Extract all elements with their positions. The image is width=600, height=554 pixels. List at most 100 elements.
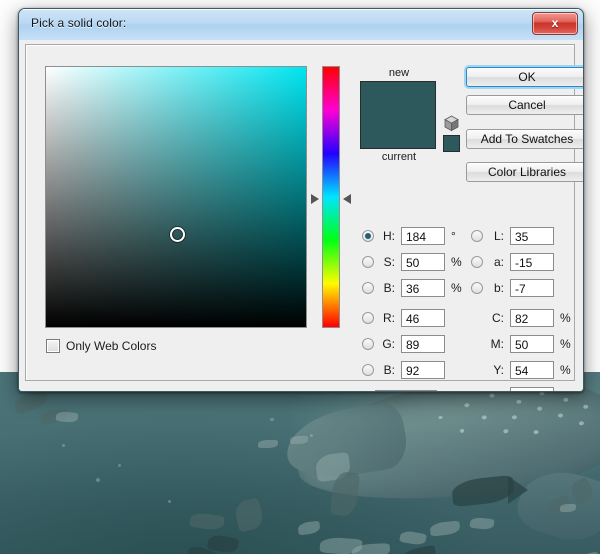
label-c: C: [492,311,504,325]
color-preview-swatch[interactable] [360,81,436,149]
fish [258,440,278,448]
unit-s: % [451,255,462,269]
unit-c: % [560,311,571,325]
particle [270,418,274,421]
underwater-photo [0,367,600,554]
spacer-k [471,390,483,391]
color-field[interactable] [45,66,307,328]
only-web-colors-row[interactable]: Only Web Colors [46,339,156,353]
picker-panel: Only Web Colors new current OK Cancel Ad… [25,44,583,391]
field-row-a[interactable]: a: -15 [471,251,574,273]
input-m[interactable]: 50 [510,335,554,353]
spacer-y [471,364,483,376]
radio-lab-b[interactable] [471,282,483,294]
field-row-lab-b[interactable]: b: -7 [471,277,574,299]
input-s[interactable]: 50 [401,253,445,271]
color-field-marker[interactable] [170,227,185,243]
radio-b-blue[interactable] [362,364,374,376]
color-libraries-button[interactable]: Color Libraries [466,162,583,182]
particle [96,478,100,482]
field-row-r[interactable]: R: 46 [362,307,465,329]
input-r[interactable]: 46 [401,309,445,327]
label-a: a: [493,255,504,269]
field-row-m[interactable]: M: 50 % [471,333,574,355]
hue-slider-thumb-left[interactable] [311,194,319,204]
hue-slider-track[interactable] [322,66,340,328]
radio-b-brightness[interactable] [362,282,374,294]
color-picker-dialog: Pick a solid color: x Only Web Colors ne… [18,8,584,392]
dialog-client-area: Only Web Colors new current OK Cancel Ad… [19,40,583,391]
fish [189,511,225,532]
current-color-label: current [381,151,417,163]
add-to-swatches-button[interactable]: Add To Swatches [466,129,583,149]
field-row-h[interactable]: H: 184 ° [362,225,465,247]
input-c[interactable]: 82 [510,309,554,327]
cancel-button[interactable]: Cancel [466,95,583,115]
label-r: R: [383,311,395,325]
fish [399,529,427,547]
label-h: H: [383,229,395,243]
field-row-b-blue[interactable]: B: 92 [362,359,465,381]
field-row-l[interactable]: L: 35 [471,225,574,247]
dialog-titlebar[interactable]: Pick a solid color: x [19,9,583,41]
fish [232,497,266,533]
input-k[interactable]: 28 [510,387,554,391]
input-h[interactable]: 184 [401,227,445,245]
fish [400,544,438,554]
new-color-swatch[interactable] [361,82,435,115]
input-y[interactable]: 54 [510,361,554,379]
fish [290,436,308,444]
current-color-swatch[interactable] [361,115,435,148]
unit-b-brightness: % [451,281,462,295]
radio-h[interactable] [362,230,374,242]
label-g: G: [382,337,395,351]
only-web-colors-checkbox[interactable] [46,339,60,353]
color-preview: new current [360,67,460,163]
lab-cmyk-fields: L: 35 a: -15 b: -7 C: 82 % M: 50 % Y: 54… [471,225,574,391]
field-row-s[interactable]: S: 50 % [362,251,465,273]
particle [62,444,65,447]
field-row-b-brightness[interactable]: B: 36 % [362,277,465,299]
input-lab-b[interactable]: -7 [510,279,554,297]
input-a[interactable]: -15 [510,253,554,271]
unit-k: % [560,389,574,391]
radio-s[interactable] [362,256,374,268]
field-row-g[interactable]: G: 89 [362,333,465,355]
particle [310,434,313,437]
hsb-rgb-fields: H: 184 ° S: 50 % B: 36 % R: 46 G: 89 B: … [362,225,465,385]
label-m: M: [490,337,504,351]
hex-row[interactable]: # 2e595c [362,390,437,391]
field-row-y[interactable]: Y: 54 % [471,359,574,381]
ok-button[interactable]: OK [466,67,583,87]
label-lab-b: b: [493,281,504,295]
close-icon[interactable]: x [532,12,578,35]
label-b-blue: B: [383,363,395,377]
fish [297,520,321,536]
field-row-c[interactable]: C: 82 % [471,307,574,329]
hue-slider[interactable] [311,66,351,328]
unit-y: % [560,363,571,377]
new-color-label: new [388,67,410,79]
radio-r[interactable] [362,312,374,324]
hue-slider-thumb-right[interactable] [343,194,351,204]
input-b-brightness[interactable]: 36 [401,279,445,297]
radio-g[interactable] [362,338,374,350]
fish [560,504,576,512]
unit-m: % [560,337,571,351]
input-b-blue[interactable]: 92 [401,361,445,379]
fish [12,389,50,415]
input-l[interactable]: 35 [510,227,554,245]
label-k: K: [488,389,504,391]
radio-a[interactable] [471,256,483,268]
spacer-m [471,338,483,350]
label-y: Y: [493,363,504,377]
web-safe-cube-icon[interactable] [443,115,460,132]
dialog-title: Pick a solid color: [31,16,127,30]
field-row-k[interactable]: K: 28 % [471,385,574,391]
web-safe-alternate-swatch[interactable] [443,135,460,152]
fish [429,520,461,537]
hex-input[interactable]: 2e595c [374,390,437,391]
input-g[interactable]: 89 [401,335,445,353]
radio-l[interactable] [471,230,483,242]
fish-tail [508,476,528,504]
